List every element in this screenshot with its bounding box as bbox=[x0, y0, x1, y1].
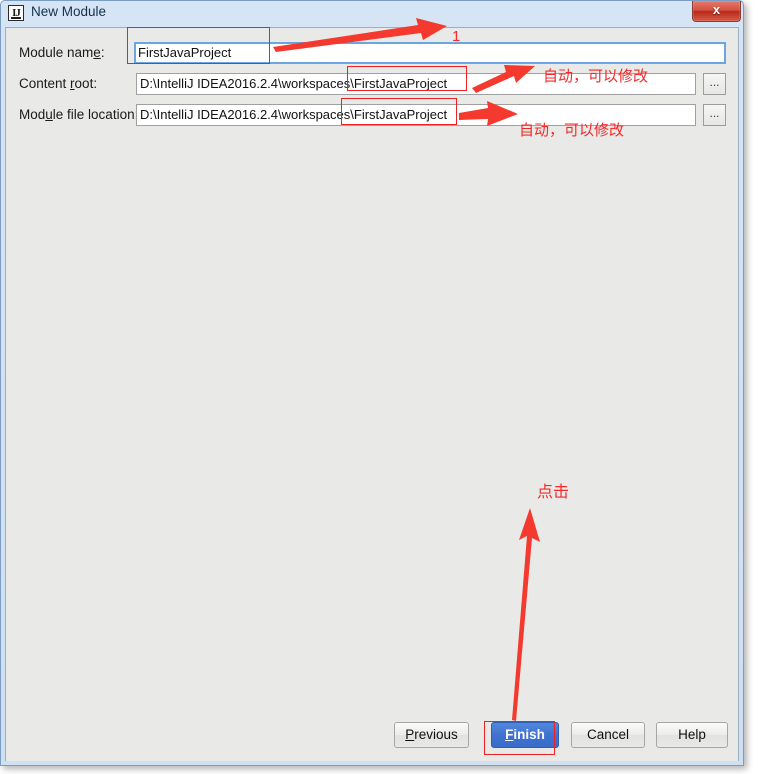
content-root-input[interactable]: D:\IntelliJ IDEA2016.2.4\workspaces\Firs… bbox=[136, 73, 696, 95]
close-icon: x bbox=[712, 2, 721, 17]
intellij-idea-icon-underline bbox=[11, 17, 21, 19]
screenshot-root: IJ New Module x Module name: FirstJavaPr… bbox=[0, 0, 764, 774]
module-name-input[interactable]: FirstJavaProject bbox=[134, 42, 726, 64]
intellij-idea-icon: IJ bbox=[8, 5, 24, 21]
field-row-module-name: Module name: FirstJavaProject bbox=[6, 42, 738, 66]
module-file-location-browse-button[interactable]: ... bbox=[703, 104, 726, 126]
dialog-title: New Module bbox=[31, 4, 107, 19]
label-module-name: Module name: bbox=[19, 45, 105, 60]
field-row-content-root: Content root: D:\IntelliJ IDEA2016.2.4\w… bbox=[6, 73, 738, 97]
module-file-location-input[interactable]: D:\IntelliJ IDEA2016.2.4\workspaces\Firs… bbox=[136, 104, 696, 126]
finish-button[interactable]: Finish bbox=[491, 722, 559, 748]
dialog-titlebar: IJ New Module x bbox=[1, 1, 743, 27]
new-module-dialog: IJ New Module x Module name: FirstJavaPr… bbox=[0, 0, 744, 766]
help-button[interactable]: Help bbox=[656, 722, 728, 748]
field-row-module-file-location: Module file location: D:\IntelliJ IDEA20… bbox=[6, 104, 738, 128]
label-content-root: Content root: bbox=[19, 76, 98, 91]
close-button[interactable]: x bbox=[692, 1, 741, 22]
cancel-button[interactable]: Cancel bbox=[571, 722, 645, 748]
label-module-file-location: Module file location: bbox=[19, 107, 139, 122]
content-root-browse-button[interactable]: ... bbox=[703, 73, 726, 95]
dialog-body: Module name: FirstJavaProject Content ro… bbox=[5, 27, 739, 761]
previous-button[interactable]: Previous bbox=[394, 722, 469, 748]
